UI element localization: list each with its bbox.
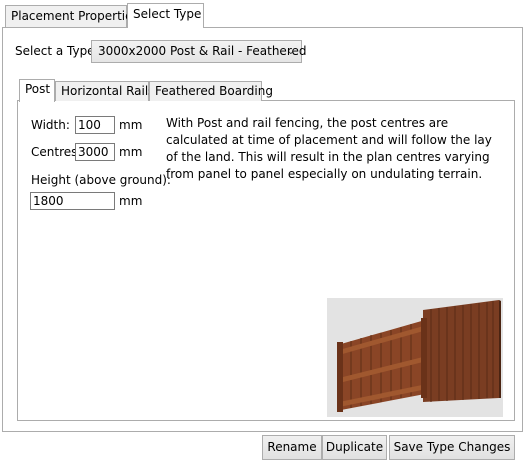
- fence-preview-image: [327, 298, 503, 417]
- post-description: With Post and rail fencing, the post cen…: [166, 116, 492, 181]
- centres-unit: mm: [119, 145, 143, 159]
- tab-placement-properties-label: Placement Properties: [11, 9, 139, 23]
- width-unit: mm: [119, 118, 143, 132]
- height-unit: mm: [119, 194, 143, 208]
- tab-horizontal-rails[interactable]: Horizontal Rails: [55, 81, 154, 101]
- tab-feathered-boarding-label: Feathered Boarding: [155, 84, 273, 98]
- save-type-changes-button[interactable]: Save Type Changes: [389, 435, 515, 460]
- tab-placement-properties[interactable]: Placement Properties: [5, 5, 139, 27]
- height-label: Height (above ground):: [31, 173, 171, 187]
- tab-post-label: Post: [25, 82, 51, 96]
- type-dropdown-value: 3000x2000 Post & Rail - Feathered: [98, 44, 307, 58]
- tab-select-type[interactable]: Select Type: [127, 3, 204, 28]
- tab-horizontal-rails-label: Horizontal Rails: [61, 84, 155, 98]
- centres-label: Centres:: [31, 145, 82, 159]
- type-dropdown[interactable]: 3000x2000 Post & Rail - Feathered ⌄: [91, 40, 307, 63]
- width-label: Width:: [31, 118, 70, 132]
- tab-feathered-boarding[interactable]: Feathered Boarding: [149, 81, 273, 101]
- centres-input[interactable]: [75, 143, 115, 161]
- rename-button[interactable]: Rename: [262, 435, 322, 460]
- duplicate-button[interactable]: Duplicate: [322, 435, 387, 460]
- width-input[interactable]: [75, 116, 115, 134]
- select-type-label: Select a Type:: [15, 44, 99, 58]
- chevron-down-icon: ⌄: [286, 46, 295, 57]
- tab-post[interactable]: Post: [19, 79, 55, 102]
- tab-select-type-label: Select Type: [133, 7, 202, 21]
- height-input[interactable]: [30, 192, 115, 210]
